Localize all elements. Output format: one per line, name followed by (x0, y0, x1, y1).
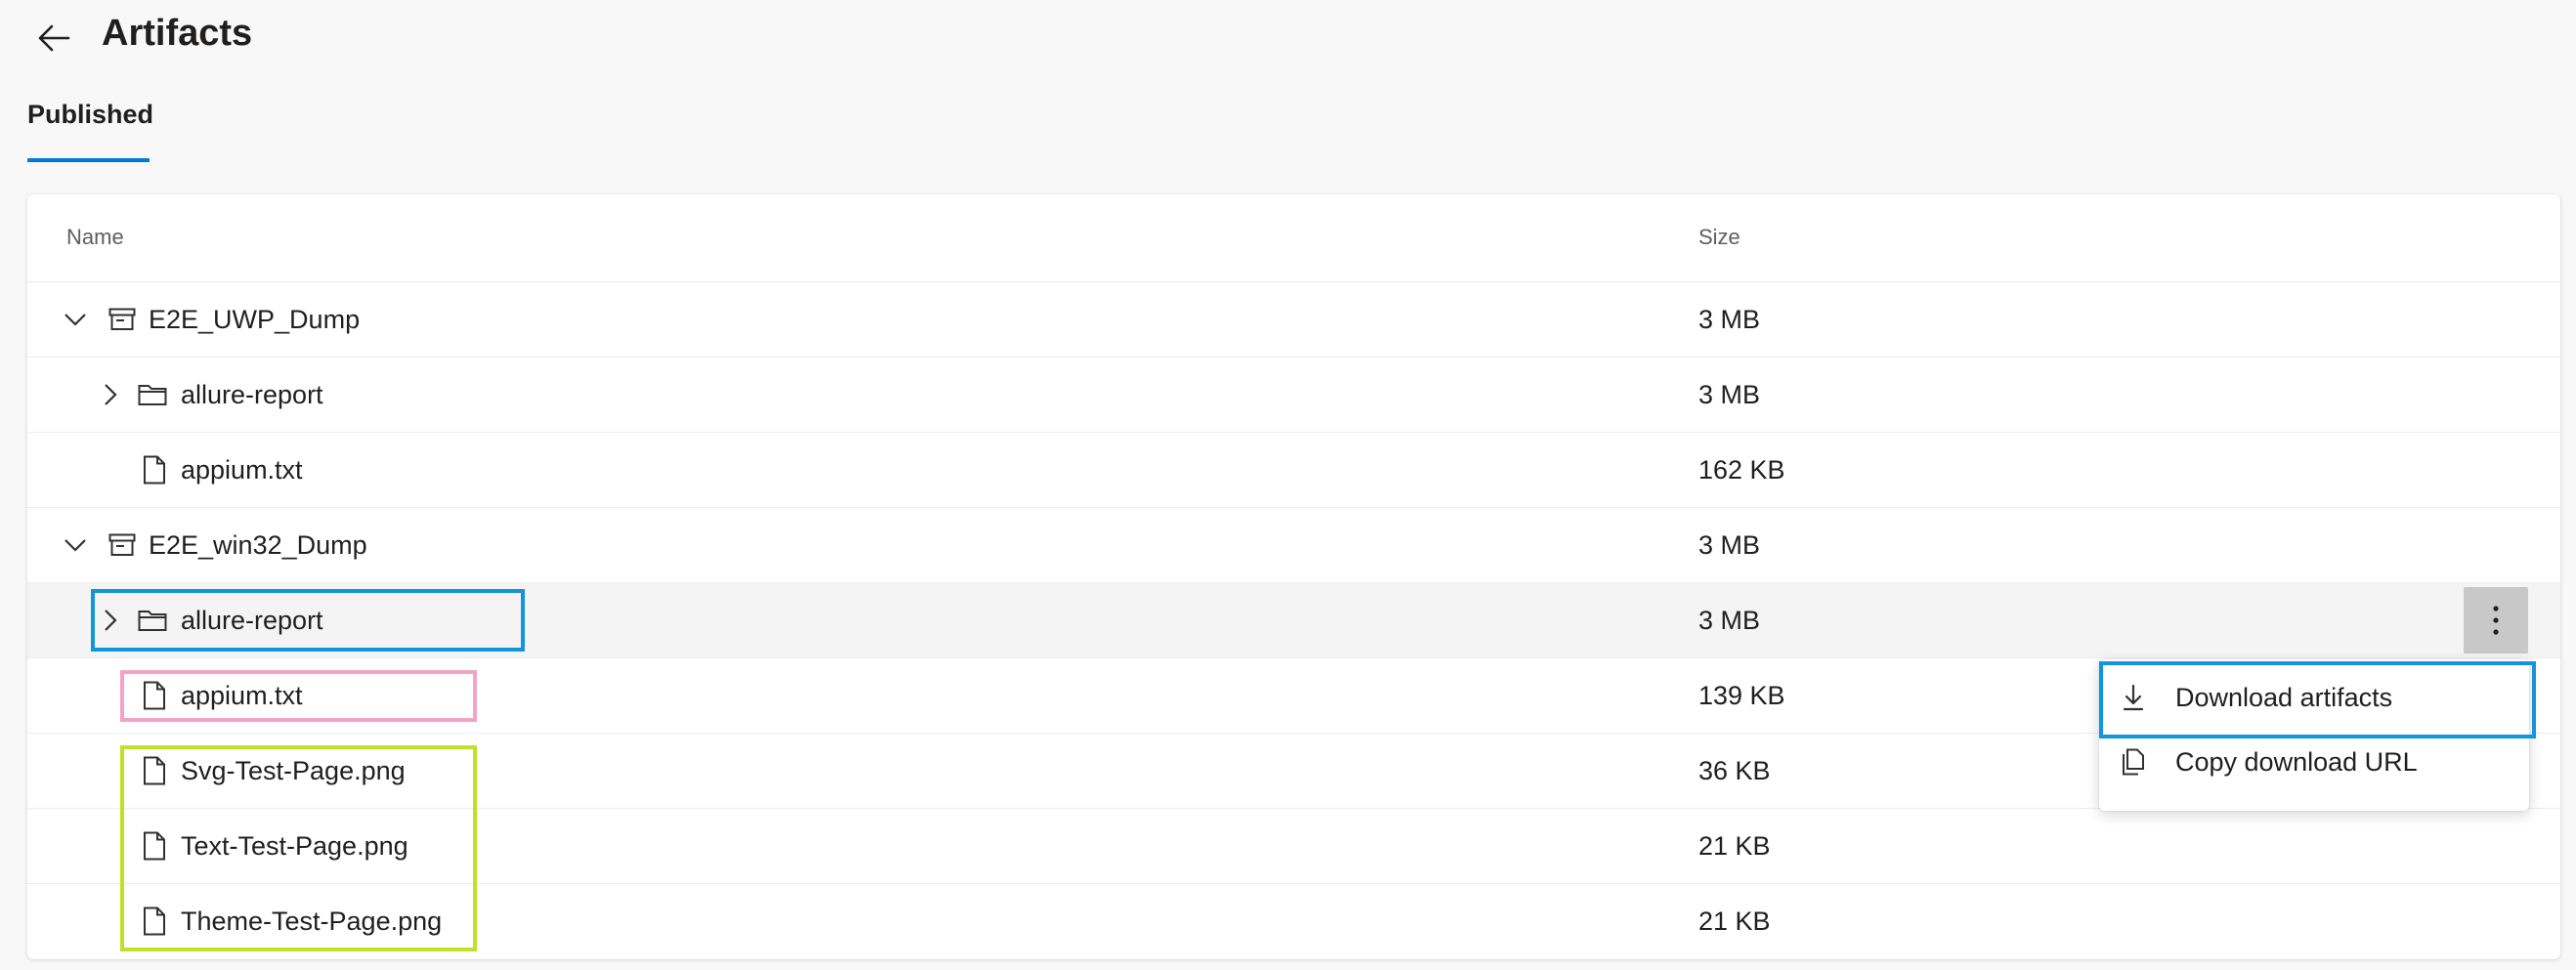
row-size: 3 MB (1698, 530, 1761, 560)
chevron-right-icon[interactable] (98, 608, 123, 633)
page-title: Artifacts (102, 13, 253, 54)
row-name: appium.txt (181, 455, 303, 485)
more-vertical-icon (2493, 606, 2499, 635)
file-icon (140, 831, 169, 861)
table-header: Name Size (27, 194, 2560, 282)
file-icon (140, 681, 169, 710)
row-name: appium.txt (181, 681, 303, 710)
table-row[interactable]: Theme-Test-Page.png 21 KB (27, 884, 2560, 959)
row-name: allure-report (181, 380, 323, 409)
row-name: allure-report (181, 606, 323, 635)
folder-icon (138, 380, 167, 409)
file-icon (140, 907, 169, 936)
menu-item-label: Copy download URL (2175, 747, 2418, 777)
chevron-right-icon[interactable] (98, 382, 123, 407)
table-row[interactable]: E2E_UWP_Dump 3 MB (27, 282, 2560, 358)
chevron-down-icon[interactable] (63, 307, 88, 332)
row-size: 162 KB (1698, 455, 1785, 485)
copy-download-url-menu-item[interactable]: Copy download URL (2099, 730, 2529, 794)
menu-item-label: Download artifacts (2175, 683, 2393, 712)
row-size: 21 KB (1698, 907, 1771, 936)
column-header-name: Name (66, 225, 124, 249)
artifact-icon (107, 530, 137, 560)
row-size: 3 MB (1698, 305, 1761, 334)
row-name: Svg-Test-Page.png (181, 756, 406, 785)
row-size: 139 KB (1698, 681, 1785, 710)
row-size: 3 MB (1698, 380, 1761, 409)
arrow-left-icon (38, 24, 70, 52)
more-actions-button[interactable] (2464, 587, 2528, 654)
artifacts-table: Name Size E2E_UWP_Dump 3 MB allure-repor… (27, 194, 2560, 959)
table-row[interactable]: E2E_win32_Dump 3 MB (27, 508, 2560, 583)
table-row[interactable]: appium.txt 162 KB (27, 433, 2560, 508)
artifact-icon (107, 305, 137, 334)
table-row[interactable]: allure-report 3 MB (27, 583, 2560, 658)
copy-icon (2119, 747, 2148, 777)
table-row[interactable]: Text-Test-Page.png 21 KB (27, 809, 2560, 884)
row-size: 36 KB (1698, 756, 1771, 785)
file-icon (140, 756, 169, 785)
column-header-size: Size (1698, 225, 1740, 249)
folder-icon (138, 606, 167, 635)
row-size: 3 MB (1698, 606, 1761, 635)
download-icon (2119, 683, 2148, 712)
row-name: Text-Test-Page.png (181, 831, 408, 861)
tab-label: Published (27, 100, 154, 129)
row-name: Theme-Test-Page.png (181, 907, 443, 936)
row-name: E2E_win32_Dump (149, 530, 367, 560)
file-icon (140, 455, 169, 485)
tab-published[interactable]: Published (27, 98, 154, 162)
context-menu: Download artifacts Copy download URL (2099, 659, 2529, 811)
table-row[interactable]: allure-report 3 MB (27, 358, 2560, 433)
download-artifacts-menu-item[interactable]: Download artifacts (2099, 665, 2529, 730)
row-size: 21 KB (1698, 831, 1771, 861)
chevron-down-icon[interactable] (63, 532, 88, 558)
row-name: E2E_UWP_Dump (149, 305, 361, 334)
back-button[interactable] (29, 14, 78, 63)
